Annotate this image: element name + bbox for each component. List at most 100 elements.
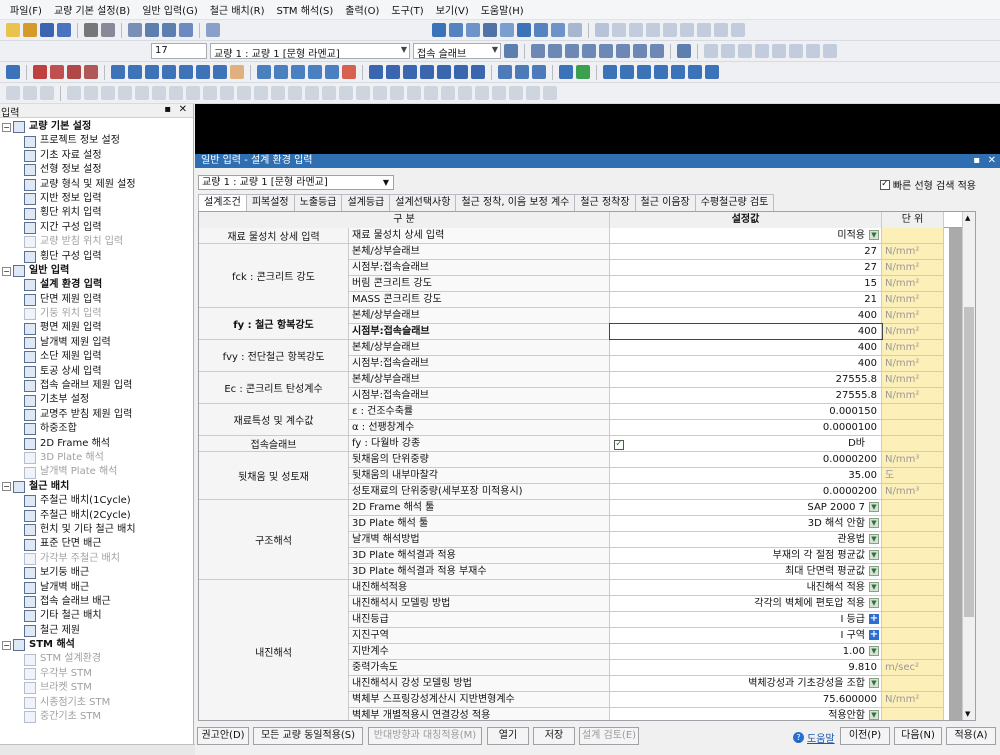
tool-bx-icon[interactable] xyxy=(407,86,421,100)
palette-icon[interactable] xyxy=(342,65,356,79)
chevron-down-icon[interactable]: ▼ xyxy=(869,534,879,544)
tool-aa-icon[interactable] xyxy=(603,65,617,79)
collapse-icon[interactable]: − xyxy=(2,122,11,132)
tool-c-icon[interactable] xyxy=(466,23,480,37)
tree-item[interactable]: 가각부 주철근 배치 xyxy=(0,552,193,566)
row-value[interactable]: 0.0000200 xyxy=(610,452,882,467)
quick-search-option[interactable]: ✓ 빠른 선형 검색 적용 xyxy=(879,177,976,192)
tool-ab-icon[interactable] xyxy=(620,65,634,79)
row-value[interactable]: 21 xyxy=(610,292,882,307)
menu-item[interactable]: 철근 배치(R) xyxy=(204,2,271,17)
tab[interactable]: 철근 정착, 이음 보정 계수 xyxy=(455,194,576,211)
row-value[interactable]: 27 xyxy=(610,260,882,275)
row-value[interactable]: 9.810 xyxy=(610,660,882,675)
axis-icon[interactable] xyxy=(274,65,288,79)
tool-x-icon[interactable] xyxy=(789,44,803,58)
row-value[interactable]: 15 xyxy=(610,276,882,291)
tree-item[interactable]: 3D Plate 해석 xyxy=(0,451,193,465)
row-value[interactable]: 27555.8 xyxy=(610,372,882,387)
tree-item[interactable]: 주철근 배치(2Cycle) xyxy=(0,509,193,523)
tree-item[interactable]: 교량 받침 위치 입력 xyxy=(0,235,193,249)
tool-cf-icon[interactable] xyxy=(543,86,557,100)
collapse-icon[interactable]: − xyxy=(2,482,11,492)
tree-item[interactable]: 지간 구성 입력 xyxy=(0,221,193,235)
tree-item[interactable]: 토공 상세 입력 xyxy=(0,365,193,379)
open-icon[interactable] xyxy=(23,23,37,37)
apply-all-bridges-button[interactable]: 모든 교량 동일적용(S) xyxy=(253,727,363,745)
tree-item[interactable]: 교명주 받침 제원 입력 xyxy=(0,408,193,422)
pin-icon[interactable]: ▪ xyxy=(164,104,171,115)
row-value[interactable]: 0.0000200 xyxy=(610,484,882,499)
tree-item[interactable]: 기둥 위치 입력 xyxy=(0,307,193,321)
row-value[interactable]: 각각의 벽체에 편토압 적용 ▼ xyxy=(610,596,882,611)
tool-z-icon[interactable] xyxy=(823,44,837,58)
scroll-down-icon[interactable]: ▼ xyxy=(965,710,970,718)
tool-bm-icon[interactable] xyxy=(220,86,234,100)
tool-cb-icon[interactable] xyxy=(475,86,489,100)
help-link[interactable]: ? 도움말 xyxy=(793,730,835,745)
table2-icon[interactable] xyxy=(50,65,64,79)
tree-item[interactable]: 날개벽 제원 입력 xyxy=(0,336,193,350)
tool-b-icon[interactable] xyxy=(449,23,463,37)
tool-bd-icon[interactable] xyxy=(67,86,81,100)
tool-cc-icon[interactable] xyxy=(492,86,506,100)
tool-f-icon[interactable] xyxy=(517,23,531,37)
zoom-icon[interactable] xyxy=(179,23,193,37)
zoom-minus-icon[interactable] xyxy=(196,65,210,79)
tool-i-icon[interactable] xyxy=(568,23,582,37)
tree-item[interactable]: 횡단 구성 입력 xyxy=(0,250,193,264)
tree-item[interactable]: 교량 형식 및 제원 설정 xyxy=(0,178,193,192)
tool-bz-icon[interactable] xyxy=(441,86,455,100)
tool-a-icon[interactable] xyxy=(432,23,446,37)
new-icon[interactable] xyxy=(6,23,20,37)
tab[interactable]: 철근 이음장 xyxy=(634,194,696,211)
tool-ag-icon[interactable] xyxy=(705,65,719,79)
row-value[interactable]: I 구역 + xyxy=(610,628,882,643)
tree-item[interactable]: 접속 슬래브 배근 xyxy=(0,595,193,609)
tool-bn-icon[interactable] xyxy=(237,86,251,100)
tool-bs-icon[interactable] xyxy=(322,86,336,100)
tool-cd-icon[interactable] xyxy=(509,86,523,100)
tree-group[interactable]: − 일반 입력 xyxy=(0,264,193,278)
collapse-icon[interactable]: − xyxy=(2,266,11,276)
row-value[interactable]: I 등급 + xyxy=(610,612,882,627)
open-button[interactable]: 열기 xyxy=(487,727,529,745)
zoom-prev-icon[interactable] xyxy=(213,65,227,79)
redo-icon[interactable] xyxy=(162,23,176,37)
tool-g-icon[interactable] xyxy=(534,23,548,37)
grid3-icon[interactable] xyxy=(532,65,546,79)
dim-icon[interactable] xyxy=(291,65,305,79)
tool-n-icon[interactable] xyxy=(663,23,677,37)
tree-group[interactable]: − 교량 기본 설정 xyxy=(0,120,193,134)
pan-icon[interactable] xyxy=(230,65,244,79)
print-icon[interactable] xyxy=(84,23,98,37)
row-value[interactable]: 부재의 각 절점 평균값 ▼ xyxy=(610,548,882,563)
chevron-down-icon[interactable]: ▼ xyxy=(869,582,879,592)
tool-bt-icon[interactable] xyxy=(339,86,353,100)
save-all-icon[interactable] xyxy=(57,23,71,37)
zoom-plus-icon[interactable] xyxy=(179,65,193,79)
tool-af-icon[interactable] xyxy=(688,65,702,79)
tab[interactable]: 철근 정착장 xyxy=(574,194,636,211)
save-button[interactable]: 저장 xyxy=(533,727,575,745)
chevron-down-icon[interactable]: ▼ xyxy=(869,550,879,560)
design-check-button[interactable]: 설계 검토(E) xyxy=(579,727,639,745)
tool-y-icon[interactable] xyxy=(806,44,820,58)
tree-item[interactable]: 헌치 및 기타 철근 배치 xyxy=(0,523,193,537)
row-value[interactable]: 관용법 ▼ xyxy=(610,532,882,547)
menu-item[interactable]: 도움말(H) xyxy=(475,2,530,17)
tool-bc-icon[interactable] xyxy=(40,86,54,100)
tree-item[interactable]: 단면 제원 입력 xyxy=(0,293,193,307)
tool-bk-icon[interactable] xyxy=(186,86,200,100)
drawing-viewport[interactable] xyxy=(195,104,1000,154)
undo-icon[interactable] xyxy=(145,23,159,37)
tree-item[interactable]: 기초 자료 설정 xyxy=(0,149,193,163)
tool-h-icon[interactable] xyxy=(551,23,565,37)
member-selector[interactable]: 접속 슬래브 ▼ xyxy=(413,43,501,59)
row-value[interactable]: 적용안함 ▼ xyxy=(610,708,882,720)
tool-q-icon[interactable] xyxy=(714,23,728,37)
tree-item[interactable]: 지반 정보 입력 xyxy=(0,192,193,206)
refresh-icon[interactable] xyxy=(504,44,518,58)
tool-bv-icon[interactable] xyxy=(373,86,387,100)
row-value[interactable]: 75.600000 xyxy=(610,692,882,707)
